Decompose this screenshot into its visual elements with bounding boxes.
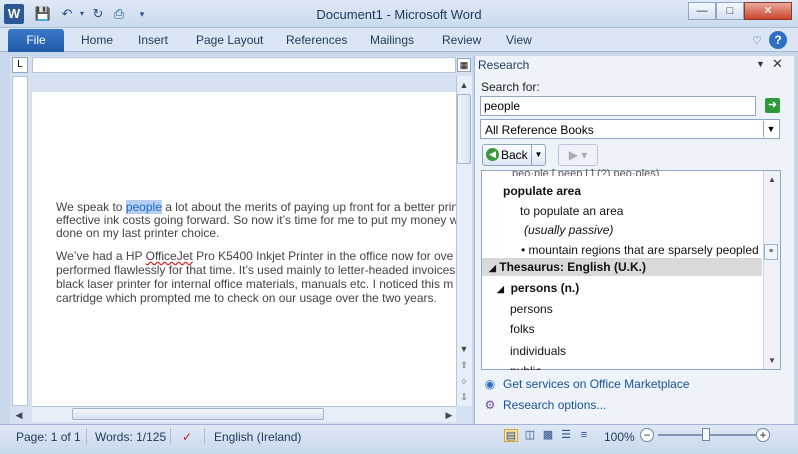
thesaurus-heading[interactable]: ◢ Thesaurus: English (U.K.) xyxy=(489,260,646,274)
language-indicator[interactable]: English (Ireland) xyxy=(214,430,301,444)
start-search-button[interactable]: ➜ xyxy=(765,98,780,113)
results-scroll-up-icon[interactable]: ▲ xyxy=(765,173,779,187)
tab-view[interactable]: View xyxy=(506,33,532,47)
scroll-right-icon[interactable]: ▶ xyxy=(442,408,456,422)
tab-insert[interactable]: Insert xyxy=(138,33,168,47)
select-browse-object-icon[interactable]: ○ xyxy=(457,374,471,388)
next-page-icon[interactable]: ⇩ xyxy=(457,390,471,404)
tab-review[interactable]: Review xyxy=(442,33,481,47)
synonym-persons[interactable]: persons xyxy=(510,302,553,316)
zoom-in-button[interactable]: + xyxy=(756,428,770,442)
search-for-label: Search for: xyxy=(481,80,540,94)
collapse-icon: ◢ xyxy=(489,263,496,273)
vertical-scroll-thumb[interactable] xyxy=(457,94,471,164)
synonym-folks[interactable]: folks xyxy=(510,322,535,336)
paragraph-2-line-2: performed flawlessly for that time. It’s… xyxy=(56,263,456,277)
synonym-individuals[interactable]: individuals xyxy=(510,344,566,358)
reference-source-select[interactable]: All Reference Books xyxy=(480,119,780,139)
horizontal-scroll-thumb[interactable] xyxy=(72,408,324,420)
result-usage-note: (usually passive) xyxy=(524,223,614,237)
window-title: Document1 - Microsoft Word xyxy=(316,7,482,22)
page-count[interactable]: Page: 1 of 1 xyxy=(16,430,81,444)
tab-home[interactable]: Home xyxy=(81,33,113,47)
results-scrollbar[interactable] xyxy=(763,171,780,369)
proofing-icon[interactable]: ✓ xyxy=(182,430,192,444)
tab-mailings[interactable]: Mailings xyxy=(370,33,414,47)
research-options-link[interactable]: Research options... xyxy=(503,398,606,412)
office-marketplace-link[interactable]: Get services on Office Marketplace xyxy=(503,377,690,391)
results-scroll-thumb[interactable]: ≡ xyxy=(764,244,778,260)
close-pane-icon[interactable]: ✕ xyxy=(772,56,783,72)
print-layout-view-icon[interactable]: ▤ xyxy=(504,429,518,442)
result-definition: to populate an area xyxy=(520,204,624,218)
view-ruler-icon[interactable]: ▦ xyxy=(457,58,471,72)
close-button[interactable]: ✕ xyxy=(744,2,792,20)
research-search-input[interactable] xyxy=(480,96,756,116)
status-separator xyxy=(170,428,171,444)
web-layout-icon[interactable]: ▩ xyxy=(541,429,555,442)
minimize-ribbon-icon[interactable]: ♡ xyxy=(752,34,762,47)
chevron-down-icon[interactable]: ▼ xyxy=(763,121,778,137)
selected-word: people xyxy=(125,200,162,214)
back-arrow-icon: ◀ xyxy=(486,148,499,161)
paragraph-2-line-1: We’ve had a HP OfficeJet Pro K5400 Inkje… xyxy=(56,249,454,263)
back-dropdown-icon[interactable]: ▼ xyxy=(531,145,545,165)
zoom-slider-thumb[interactable] xyxy=(702,428,710,441)
paragraph-2-line-4: cartridge which prompted me to check on … xyxy=(56,291,437,305)
scroll-left-icon[interactable]: ◀ xyxy=(12,408,26,422)
document-page[interactable]: We speak to people a lot about the merit… xyxy=(32,92,456,406)
vertical-ruler[interactable] xyxy=(12,76,28,406)
draft-view-icon[interactable]: ≡ xyxy=(577,429,591,442)
outline-view-icon[interactable]: ☰ xyxy=(559,429,573,442)
scroll-down-icon[interactable]: ▼ xyxy=(457,342,471,356)
forward-button: ▶ ▾ xyxy=(558,144,598,166)
office-marketplace-icon: ◉ xyxy=(484,377,496,391)
tab-selector-icon[interactable]: L xyxy=(12,57,28,73)
result-example: • mountain regions that are sparsely peo… xyxy=(521,243,759,257)
maximize-button[interactable]: □ xyxy=(716,2,744,20)
scroll-up-icon[interactable]: ▲ xyxy=(457,78,471,92)
status-separator xyxy=(86,428,87,444)
synonym-public[interactable]: public xyxy=(510,364,541,370)
minimize-button[interactable]: — xyxy=(688,2,716,20)
spelling-error: OfficeJet xyxy=(145,249,193,263)
previous-page-icon[interactable]: ⇧ xyxy=(457,358,471,372)
word-count[interactable]: Words: 1/125 xyxy=(95,430,166,444)
tab-page-layout[interactable]: Page Layout xyxy=(196,33,263,47)
collapse-icon: ◢ xyxy=(497,284,504,294)
synonym-group-heading[interactable]: ◢ persons (n.) xyxy=(497,281,579,295)
zoom-out-button[interactable]: − xyxy=(640,428,654,442)
result-cut-line: peo·ple [ peep l ] (?) peo·ples) xyxy=(512,168,660,176)
horizontal-ruler[interactable] xyxy=(32,57,456,73)
research-pane-title: Research xyxy=(478,58,530,72)
full-screen-reading-icon[interactable]: ◫ xyxy=(523,429,537,442)
research-options-icon: ⚙ xyxy=(484,398,496,412)
result-heading-populate: populate area xyxy=(503,184,582,198)
paragraph-2-line-3: black laser printer for internal office … xyxy=(56,277,454,291)
status-separator xyxy=(204,428,205,444)
paragraph-1-line-3: done on my last printer choice. xyxy=(56,226,220,240)
tab-references[interactable]: References xyxy=(286,33,347,47)
file-tab[interactable]: File xyxy=(8,29,64,52)
zoom-level[interactable]: 100% xyxy=(604,430,635,444)
help-icon[interactable]: ? xyxy=(769,31,787,49)
pane-options-icon[interactable]: ▼ xyxy=(756,59,765,69)
results-scroll-down-icon[interactable]: ▼ xyxy=(765,354,779,368)
